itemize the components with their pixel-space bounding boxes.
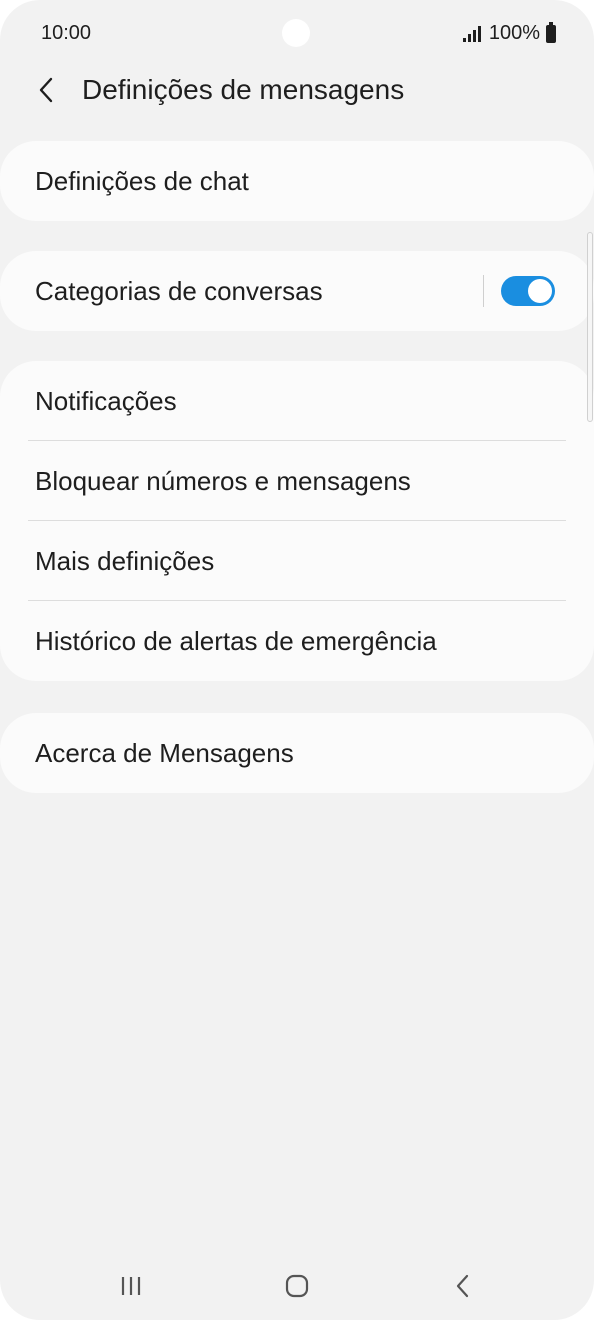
- back-button[interactable]: [28, 70, 64, 110]
- settings-item-label: Categorias de conversas: [35, 275, 323, 306]
- status-time: 10:00: [41, 22, 92, 44]
- settings-item-label: Acerca de Mensagens: [35, 737, 294, 768]
- settings-group-general: Notificações Bloquear números e mensagen…: [0, 361, 594, 681]
- home-button[interactable]: [267, 1264, 327, 1308]
- settings-item-label: Mais definições: [35, 545, 215, 576]
- settings-item-label: Definições de chat: [35, 165, 249, 196]
- signal-icon: [462, 25, 481, 42]
- conversation-categories-toggle[interactable]: [501, 276, 555, 306]
- settings-group-about: Acerca de Mensagens: [0, 713, 594, 793]
- settings-item-more-settings[interactable]: Mais definições: [0, 521, 594, 601]
- settings-item-label: Histórico de alertas de emergência: [35, 625, 437, 656]
- camera-cutout: [282, 19, 310, 47]
- settings-item-about-messages[interactable]: Acerca de Mensagens: [0, 713, 594, 793]
- home-icon: [285, 1274, 309, 1298]
- toggle-divider: [483, 275, 484, 307]
- scrollbar[interactable]: [587, 232, 593, 422]
- battery-percentage: 100%: [488, 22, 540, 44]
- app-header: Definições de mensagens: [0, 60, 594, 120]
- settings-item-chat[interactable]: Definições de chat: [0, 141, 594, 221]
- page-title: Definições de mensagens: [82, 74, 405, 105]
- settings-item-conversation-categories[interactable]: Categorias de conversas: [0, 251, 594, 331]
- back-icon: [456, 1274, 469, 1298]
- settings-item-emergency-alert-history[interactable]: Histórico de alertas de emergência: [0, 601, 594, 681]
- settings-group-chat: Definições de chat: [0, 141, 594, 221]
- battery-icon: [546, 21, 556, 43]
- settings-item-notifications[interactable]: Notificações: [0, 361, 594, 441]
- settings-item-label: Notificações: [35, 385, 177, 416]
- settings-item-block-numbers[interactable]: Bloquear números e mensagens: [0, 441, 594, 521]
- recent-apps-icon: [121, 1277, 141, 1295]
- recent-apps-button[interactable]: [101, 1264, 161, 1308]
- settings-group-categories: Categorias de conversas: [0, 251, 594, 331]
- toggle-knob: [528, 279, 552, 303]
- navigation-bar: [0, 1250, 594, 1320]
- status-bar: 10:00 100%: [0, 0, 594, 68]
- status-indicators: 100%: [462, 21, 556, 45]
- settings-item-label: Bloquear números e mensagens: [35, 465, 411, 496]
- phone-screen: 10:00 100% Definições de mensagens Defin…: [0, 0, 594, 1320]
- back-arrow-icon: [39, 77, 53, 103]
- nav-back-button[interactable]: [433, 1264, 493, 1308]
